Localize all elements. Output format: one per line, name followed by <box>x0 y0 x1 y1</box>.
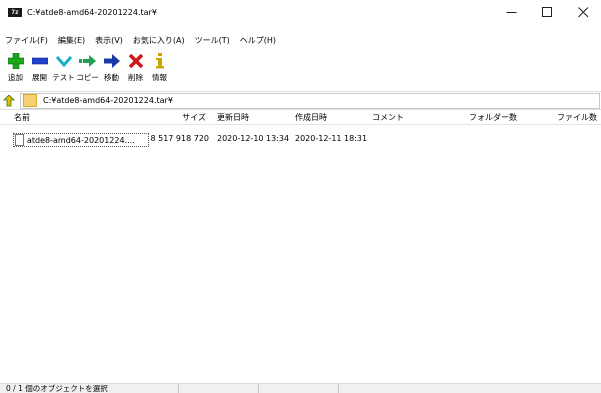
file-list: 名前 サイズ 更新日時 作成日時 コメント フォルダー数 ファイル数 atde8… <box>0 110 601 383</box>
delete-label: 削除 <box>128 73 143 82</box>
menu-favorites[interactable]: お気に入り(A) <box>128 35 190 46</box>
menu-edit[interactable]: 編集(E) <box>53 35 90 46</box>
header-comment[interactable]: コメント <box>372 112 404 123</box>
menu-bar: ファイル(F) 編集(E) 表示(V) お気に入り(A) ツール(T) ヘルプ(… <box>0 33 281 47</box>
arrow-right-icon <box>103 54 120 68</box>
menu-view[interactable]: 表示(V) <box>90 35 128 46</box>
row-name-cell[interactable]: atde8-amd64-20201224.... <box>13 133 149 147</box>
address-path: C:¥atde8-amd64-20201224.tar¥ <box>43 96 173 105</box>
window-title: C:¥atde8-amd64-20201224.tar¥ <box>27 7 157 17</box>
info-button[interactable]: 情報 <box>148 52 171 88</box>
plus-icon <box>7 53 24 69</box>
test-button[interactable]: テスト <box>52 52 75 88</box>
minus-icon <box>31 57 48 65</box>
column-headers: 名前 サイズ 更新日時 作成日時 コメント フォルダー数 ファイル数 <box>0 110 601 125</box>
header-name[interactable]: 名前 <box>14 112 30 123</box>
move-label: 移動 <box>104 73 119 82</box>
address-field[interactable]: C:¥atde8-amd64-20201224.tar¥ <box>20 92 600 109</box>
move-button[interactable]: 移動 <box>100 52 123 88</box>
info-label: 情報 <box>152 73 167 82</box>
header-files[interactable]: ファイル数 <box>557 112 597 123</box>
row-size: 8 517 918 720 <box>150 134 209 143</box>
folder-icon <box>23 94 37 107</box>
test-label: テスト <box>52 73 75 82</box>
delete-button[interactable]: 削除 <box>124 52 147 88</box>
close-icon <box>577 6 588 17</box>
add-label: 追加 <box>8 73 23 82</box>
maximize-icon <box>541 6 552 17</box>
row-modified: 2020-12-10 13:34 <box>217 134 290 143</box>
header-modified[interactable]: 更新日時 <box>217 112 249 123</box>
file-icon <box>15 134 24 146</box>
app-logo-icon: 7z <box>8 7 22 17</box>
menu-file[interactable]: ファイル(F) <box>0 35 53 46</box>
up-folder-button[interactable] <box>0 94 18 107</box>
extract-button[interactable]: 展開 <box>28 52 51 88</box>
double-arrow-icon <box>78 55 96 67</box>
check-icon <box>55 56 72 68</box>
maximize-button[interactable] <box>529 0 565 24</box>
table-row[interactable]: atde8-amd64-20201224.... 8 517 918 720 2… <box>0 133 601 147</box>
header-folders[interactable]: フォルダー数 <box>469 112 517 123</box>
row-created: 2020-12-11 18:31 <box>295 134 368 143</box>
copy-label: コピー <box>76 73 99 82</box>
menu-help[interactable]: ヘルプ(H) <box>235 35 281 46</box>
minimize-button[interactable] <box>493 0 529 24</box>
x-icon <box>128 53 143 69</box>
extract-label: 展開 <box>32 73 47 82</box>
header-size[interactable]: サイズ <box>182 112 206 123</box>
header-created[interactable]: 作成日時 <box>295 112 327 123</box>
info-icon <box>155 53 164 69</box>
copy-button[interactable]: コピー <box>76 52 99 88</box>
minimize-icon <box>506 11 516 13</box>
title-bar: 7z C:¥atde8-amd64-20201224.tar¥ <box>0 0 601 24</box>
add-button[interactable]: 追加 <box>4 52 27 88</box>
address-bar: C:¥atde8-amd64-20201224.tar¥ <box>0 91 601 110</box>
row-name: atde8-amd64-20201224.... <box>27 135 135 145</box>
up-arrow-icon <box>3 94 15 106</box>
toolbar: 追加 展開 テスト コピー 移動 削除 情報 <box>0 52 601 88</box>
menu-tools[interactable]: ツール(T) <box>190 35 235 46</box>
window-controls <box>493 0 601 24</box>
close-button[interactable] <box>565 0 601 24</box>
